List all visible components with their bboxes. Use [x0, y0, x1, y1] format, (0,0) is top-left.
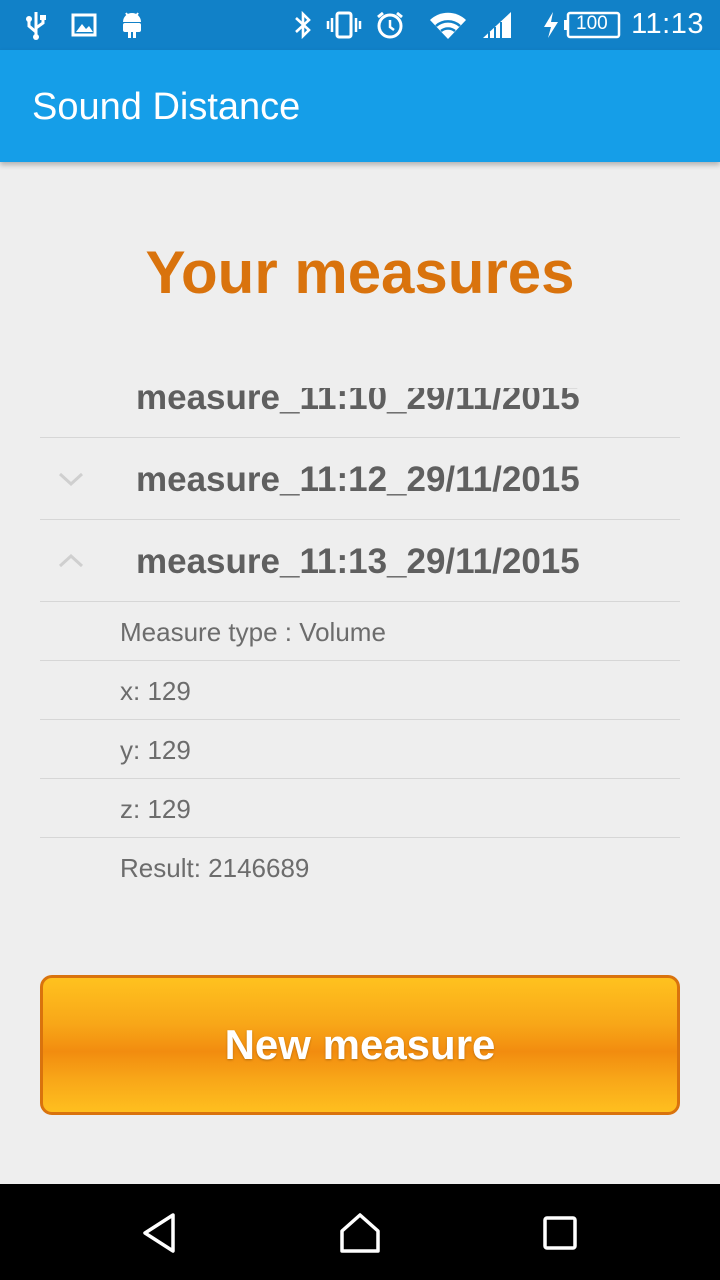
vibrate-icon	[326, 10, 362, 40]
image-icon	[70, 10, 98, 40]
chevron-down-icon	[56, 464, 86, 494]
measure-detail-row: Result: 2146689	[40, 838, 680, 897]
measure-group-row[interactable]: measure_11:13_29/11/2015	[40, 520, 680, 602]
signal-icon	[480, 10, 514, 40]
chevron-up-icon	[56, 546, 86, 576]
usb-icon	[22, 10, 50, 40]
measures-list[interactable]: measure_11:10_29/11/2015 measure_11:12_2…	[40, 388, 680, 918]
new-measure-label: New measure	[224, 1021, 496, 1068]
app-title: Sound Distance	[32, 86, 301, 128]
measure-detail-row: y: 129	[40, 720, 680, 779]
measure-z-text: z: 129	[120, 794, 191, 824]
measure-x-text: x: 129	[120, 676, 191, 706]
back-icon[interactable]	[134, 1208, 184, 1258]
measure-result-text: Result: 2146689	[120, 853, 310, 883]
measure-y-text: y: 129	[120, 735, 191, 765]
battery-level: 100	[576, 13, 608, 34]
status-time: 11:13	[631, 8, 704, 40]
measures-heading: Your measures	[145, 239, 575, 306]
android-icon	[118, 10, 146, 40]
measure-label: measure_11:13_29/11/2015	[136, 542, 580, 581]
alarm-icon	[374, 10, 406, 40]
measure-group-row[interactable]: measure_11:12_29/11/2015	[40, 438, 680, 520]
status-bar: 100 11:13	[0, 0, 720, 50]
measure-detail-row: z: 129	[40, 779, 680, 838]
bluetooth-icon	[290, 10, 316, 40]
measure-detail-row: x: 129	[40, 661, 680, 720]
home-icon[interactable]	[335, 1208, 385, 1258]
measure-group-row[interactable]: measure_11:10_29/11/2015	[40, 388, 680, 438]
app-bar: Sound Distance	[0, 50, 720, 162]
wifi-icon	[428, 10, 468, 40]
measure-type-text: Measure type : Volume	[120, 617, 386, 647]
measure-detail-row: Measure type : Volume	[40, 602, 680, 661]
new-measure-button[interactable]: New measure	[40, 975, 680, 1115]
battery-icon: 100	[562, 10, 622, 40]
charging-icon	[540, 10, 562, 40]
recents-icon[interactable]	[535, 1208, 585, 1258]
measure-label: measure_11:12_29/11/2015	[136, 460, 580, 499]
navigation-bar	[0, 1184, 720, 1280]
measure-label: measure_11:10_29/11/2015	[136, 388, 580, 417]
